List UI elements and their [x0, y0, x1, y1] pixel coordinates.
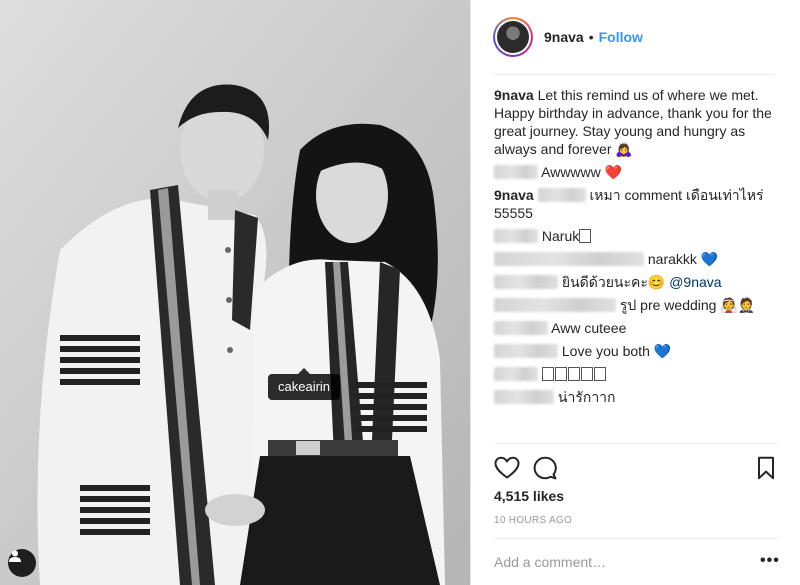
blurred-username: [494, 252, 644, 266]
comment-emoji: 👰🤵: [720, 297, 756, 313]
comment-text: ยินดีด้วยนะคะ: [561, 274, 648, 290]
comment-item: 9nava เหมา comment เดือนเท่าไหร่ 55555: [494, 186, 779, 222]
caption: 9nava Let this remind us of where we met…: [494, 86, 779, 158]
blurred-username: [494, 367, 538, 381]
comment-item: Naruk: [494, 227, 779, 245]
blurred-username: [494, 298, 616, 312]
couple-photo: [0, 0, 470, 585]
comment-icon: [533, 456, 557, 480]
blurred-username: [494, 275, 558, 289]
post-photo[interactable]: cakeairin: [0, 0, 470, 585]
blurred-username: [494, 165, 538, 179]
missing-glyph-icon: [579, 229, 592, 243]
missing-glyph-icon: [541, 367, 554, 381]
comment-mention[interactable]: @9nava: [669, 274, 721, 290]
comment-text: 55555: [494, 205, 533, 221]
post-username[interactable]: 9nava: [544, 29, 584, 45]
blurred-mention: [537, 188, 586, 202]
comment-username[interactable]: 9nava: [494, 187, 534, 203]
comment-text: Awwwww: [541, 164, 601, 180]
comment-item: [494, 365, 779, 383]
comment-item: Love you both 💙: [494, 342, 779, 360]
add-comment-input[interactable]: [494, 552, 744, 572]
actions-divider: [494, 443, 779, 444]
comment-item: narakkk 💙: [494, 250, 779, 268]
comment-text: Naruk: [541, 228, 580, 244]
header-separator: •: [588, 29, 594, 45]
comment-text: Love you both: [561, 343, 650, 359]
comment-item: ยินดีด้วยนะคะ😊 @9nava: [494, 273, 779, 291]
user-tag-bubble[interactable]: cakeairin: [268, 368, 341, 400]
comments-list: 9nava Let this remind us of where we met…: [494, 86, 779, 411]
comment-text: narakkk: [647, 251, 697, 267]
save-button[interactable]: [753, 456, 779, 480]
add-comment-divider: [494, 538, 779, 539]
heart-icon: [494, 456, 520, 479]
post-timestamp[interactable]: 10 HOURS AGO: [494, 515, 572, 526]
caption-username[interactable]: 9nava: [494, 87, 534, 103]
missing-glyph-icon: [567, 367, 580, 381]
comment-emoji: 💙: [700, 251, 719, 267]
person-tag-icon: [9, 550, 21, 562]
comment-emoji: 💙: [653, 343, 672, 359]
more-options-button[interactable]: •••: [760, 552, 780, 570]
missing-glyph-icon: [554, 367, 567, 381]
header-divider: [493, 74, 775, 75]
follow-button[interactable]: Follow: [599, 29, 643, 45]
comment-item: Awwwww ❤️: [494, 163, 779, 181]
blurred-username: [494, 390, 554, 404]
likes-count[interactable]: 4,515 likes: [494, 488, 564, 504]
post-header: 9nava • Follow: [493, 14, 775, 60]
action-bar: [494, 456, 779, 480]
missing-glyph-icon: [593, 367, 606, 381]
comment-text: น่ารักาาก: [557, 389, 616, 405]
comment-text: รูป pre wedding: [619, 297, 717, 313]
missing-glyph-icon: [580, 367, 593, 381]
comment-item: Aww cuteee: [494, 319, 779, 337]
comment-item: น่ารักาาก: [494, 388, 779, 406]
blurred-username: [494, 344, 558, 358]
comment-emoji: ❤️: [604, 164, 623, 180]
avatar[interactable]: [493, 17, 533, 57]
comment-button[interactable]: [532, 456, 558, 480]
blurred-username: [494, 229, 538, 243]
tag-people-button[interactable]: [8, 549, 36, 577]
comment-text: เหมา comment เดือนเท่าไหร่: [589, 187, 764, 203]
blurred-username: [494, 321, 548, 335]
like-button[interactable]: [494, 456, 520, 480]
caption-emoji: 🙇‍♀️: [615, 141, 633, 157]
bookmark-icon: [758, 456, 774, 480]
comment-text: Aww cuteee: [551, 320, 627, 336]
comment-item: รูป pre wedding 👰🤵: [494, 296, 779, 314]
comment-emoji: 😊: [647, 274, 666, 290]
